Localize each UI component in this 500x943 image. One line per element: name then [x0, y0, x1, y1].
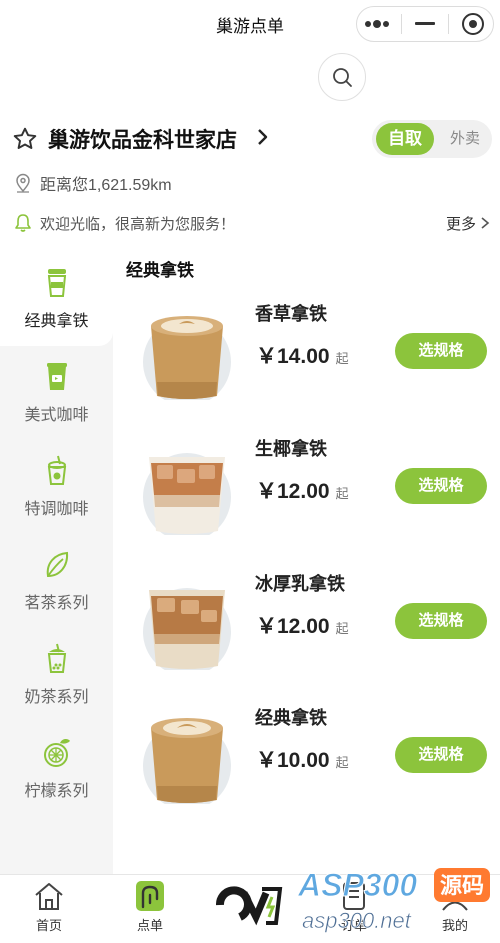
watermark-site: asp300.net [302, 908, 412, 933]
category-item-milk-tea[interactable]: 奶茶系列 [0, 628, 113, 722]
milk-tea-icon [47, 643, 66, 673]
store-header: 巢游饮品金科世家店 自取 外卖 [12, 120, 492, 160]
category-sidebar: 经典拿铁 美式咖啡 特调咖啡 茗茶系列 奶茶系列 柠檬系列 [0, 252, 113, 874]
coffee-cup-icon [46, 363, 67, 390]
category-item-americano[interactable]: 美式咖啡 [0, 346, 113, 440]
brand-logo-icon [216, 886, 283, 926]
select-spec-button[interactable]: 选规格 [395, 737, 487, 773]
location-pin-icon [16, 173, 30, 193]
tab-label: 首页 [35, 918, 62, 933]
price-value: ￥12.00 [256, 480, 330, 503]
product-price: ￥12.00 起 [256, 475, 349, 505]
product-name: 冰厚乳拿铁 [255, 574, 345, 594]
search-icon [333, 68, 352, 87]
category-label: 特调咖啡 [24, 501, 89, 518]
product-card[interactable]: 经典拿铁 ￥10.00 起 选规格 [113, 704, 500, 834]
more-options-button[interactable] [360, 9, 394, 39]
capsule-divider [448, 14, 450, 34]
search-button[interactable] [318, 53, 366, 101]
price-value: ￥14.00 [256, 345, 330, 368]
iced-thick-milk-latte-image [143, 588, 231, 670]
coconut-latte-image [143, 453, 231, 535]
select-spec-button[interactable]: 选规格 [395, 603, 487, 639]
close-mini-program-button[interactable] [456, 9, 490, 39]
product-name: 经典拿铁 [255, 708, 327, 728]
notice-bar[interactable]: 欢迎光临，很高新为您服务！ 更多 [14, 210, 490, 236]
category-label: 奶茶系列 [24, 689, 89, 706]
classic-latte-image [143, 718, 231, 804]
product-card[interactable]: 冰厚乳拿铁 ￥12.00 起 选规格 [113, 570, 500, 700]
category-label: 经典拿铁 [24, 313, 89, 330]
notice-text: 欢迎光临，很高新为您服务！ [40, 215, 236, 233]
product-name: 香草拿铁 [255, 304, 327, 324]
product-price: ￥12.00 起 [256, 610, 349, 640]
minimize-icon [414, 22, 435, 25]
product-price: ￥10.00 起 [256, 744, 349, 774]
product-card[interactable]: 生椰拿铁 ￥12.00 起 选规格 [113, 435, 500, 565]
select-spec-button[interactable]: 选规格 [395, 468, 487, 504]
price-value: ￥10.00 [256, 749, 330, 772]
tab-label: 点单 [136, 918, 163, 933]
category-item-tea[interactable]: 茗茶系列 [0, 534, 113, 628]
product-card[interactable]: 香草拿铁 ￥14.00 起 选规格 [113, 300, 500, 430]
pickup-option[interactable]: 自取 [376, 123, 434, 155]
target-icon [461, 13, 484, 35]
product-price: ￥14.00 起 [256, 340, 349, 370]
special-drink-icon [47, 455, 66, 485]
category-item-special-coffee[interactable]: 特调咖啡 [0, 440, 113, 534]
price-from-label: 起 [335, 486, 349, 501]
category-label: 柠檬系列 [24, 783, 89, 800]
category-label: 茗茶系列 [24, 595, 89, 612]
cup-icon [47, 269, 66, 297]
price-from-label: 起 [335, 351, 349, 366]
tab-home[interactable]: 首页 [9, 881, 89, 941]
category-label: 美式咖啡 [24, 407, 89, 424]
asp300-watermark: ASP300 源码 asp300.net [297, 867, 490, 933]
chevron-right-icon[interactable] [256, 126, 270, 148]
category-item-classic-latte[interactable]: 经典拿铁 [0, 252, 113, 346]
section-title: 经典拿铁 [126, 261, 194, 280]
distance-row: 距离您1,621.59km [14, 170, 172, 196]
home-icon [35, 883, 63, 910]
capsule-divider [400, 14, 402, 34]
title-bar: 巢游点单 [0, 0, 500, 48]
mini-program-capsule [356, 6, 494, 42]
price-from-label: 起 [335, 755, 349, 770]
lemon-icon [43, 738, 70, 767]
watermark-badge: 源码 [440, 874, 484, 899]
store-name[interactable]: 巢游饮品金科世家店 [48, 124, 237, 154]
minimize-button[interactable] [408, 9, 442, 39]
bell-icon [15, 214, 31, 232]
vanilla-latte-image [143, 316, 231, 400]
pickup-delivery-toggle[interactable]: 自取 外卖 [372, 120, 492, 158]
chevron-right-icon[interactable] [480, 216, 490, 230]
order-menu-icon [136, 881, 164, 911]
delivery-option[interactable]: 外卖 [450, 120, 480, 158]
price-from-label: 起 [335, 621, 349, 636]
tea-leaf-icon [46, 551, 68, 578]
more-link[interactable]: 更多 [446, 213, 476, 234]
tab-order[interactable]: 点单 [110, 881, 190, 941]
more-dots-icon [365, 20, 390, 28]
select-spec-button[interactable]: 选规格 [395, 333, 487, 369]
price-value: ￥12.00 [256, 615, 330, 638]
category-item-lemon[interactable]: 柠檬系列 [0, 722, 113, 816]
distance-text: 距离您1,621.59km [40, 177, 172, 194]
watermark-brand: ASP300 [297, 867, 417, 903]
product-name: 生椰拿铁 [255, 439, 327, 459]
brand-logo [210, 877, 290, 937]
favorite-star-icon[interactable] [12, 126, 38, 152]
